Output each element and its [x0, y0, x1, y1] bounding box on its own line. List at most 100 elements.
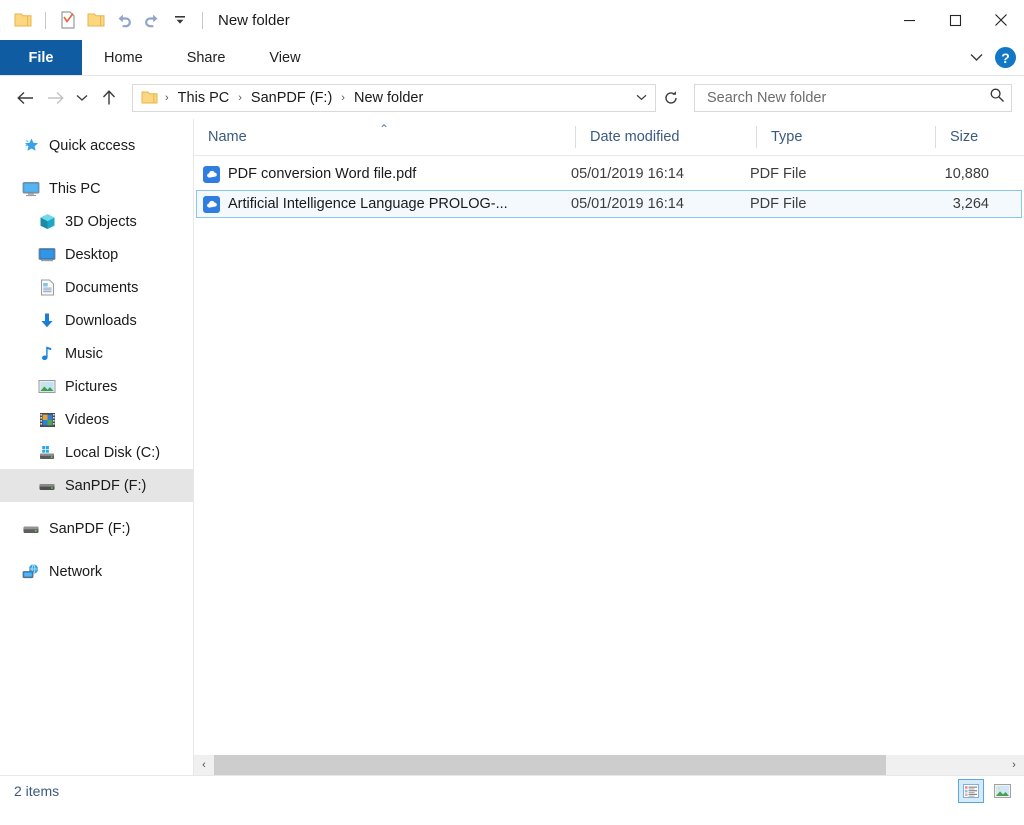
sidebar-item-pictures[interactable]: Pictures: [0, 370, 193, 403]
sidebar-item-music[interactable]: Music: [0, 337, 193, 370]
scrollbar-thumb[interactable]: [214, 755, 886, 775]
sidebar-item-local-disk-c[interactable]: Local Disk (C:): [0, 436, 193, 469]
music-note-icon: [38, 345, 56, 363]
scrollbar-track[interactable]: [214, 755, 1004, 775]
close-button[interactable]: [978, 0, 1024, 40]
file-name-label: Artificial Intelligence Language PROLOG-…: [228, 196, 508, 212]
sidebar-item-sanpdf-f[interactable]: SanPDF (F:): [0, 469, 193, 502]
sidebar-item-videos[interactable]: Videos: [0, 403, 193, 436]
window-controls: [886, 0, 1024, 40]
sidebar-item-sanpdf-f-root[interactable]: SanPDF (F:): [0, 512, 193, 545]
tab-share[interactable]: Share: [165, 40, 248, 75]
column-label: Size: [950, 129, 978, 145]
file-date-cell: 05/01/2019 16:14: [559, 196, 738, 212]
desktop-icon: [38, 246, 56, 264]
sidebar-gap: [0, 545, 193, 555]
details-view-button[interactable]: [958, 779, 984, 803]
large-icons-view-button[interactable]: [990, 780, 1014, 802]
file-type-cell: PDF File: [738, 166, 915, 182]
minimize-button[interactable]: [886, 0, 932, 40]
breadcrumb-item-new-folder[interactable]: New folder: [350, 90, 427, 106]
sidebar-gap: [0, 162, 193, 172]
toolbar-separator: [202, 12, 203, 29]
breadcrumb-dropdown-icon[interactable]: [631, 94, 651, 101]
breadcrumb-item-this-pc[interactable]: This PC: [174, 90, 234, 106]
sidebar-item-downloads[interactable]: Downloads: [0, 304, 193, 337]
folder-icon[interactable]: [83, 7, 109, 33]
undo-icon[interactable]: [111, 7, 137, 33]
refresh-button[interactable]: [658, 85, 684, 111]
download-arrow-icon: [38, 312, 56, 330]
maximize-button[interactable]: [932, 0, 978, 40]
sidebar-item-label: Downloads: [65, 313, 137, 329]
network-icon: [22, 563, 40, 581]
sidebar-item-label: 3D Objects: [65, 214, 137, 230]
window-title: New folder: [218, 12, 290, 29]
sidebar-item-this-pc[interactable]: This PC: [0, 172, 193, 205]
column-label: Type: [771, 129, 802, 145]
sidebar-item-documents[interactable]: Documents: [0, 271, 193, 304]
sidebar-item-label: SanPDF (F:): [65, 478, 146, 494]
sidebar-gap: [0, 502, 193, 512]
search-input[interactable]: [705, 89, 989, 107]
redo-icon[interactable]: [139, 7, 165, 33]
column-header-size[interactable]: Size: [936, 119, 1024, 155]
search-icon[interactable]: [989, 87, 1005, 108]
cube-icon: [38, 213, 56, 231]
sidebar-item-label: Videos: [65, 412, 109, 428]
folder-icon[interactable]: [10, 7, 36, 33]
horizontal-scrollbar[interactable]: ‹ ›: [194, 755, 1024, 775]
file-size-cell: 3,264: [915, 196, 989, 212]
table-row[interactable]: PDF conversion Word file.pdf 05/01/2019 …: [196, 160, 1022, 188]
sidebar-item-desktop[interactable]: Desktop: [0, 238, 193, 271]
file-rows: PDF conversion Word file.pdf 05/01/2019 …: [194, 156, 1024, 218]
item-count-label: 2 items: [14, 783, 59, 799]
explorer-body: Quick access This PC: [0, 119, 1024, 775]
column-header-date-modified[interactable]: Date modified: [576, 119, 757, 155]
forward-button[interactable]: [40, 83, 70, 113]
scroll-left-arrow-icon[interactable]: ‹: [194, 755, 214, 775]
sidebar-item-3d-objects[interactable]: 3D Objects: [0, 205, 193, 238]
tab-view[interactable]: View: [247, 40, 322, 75]
sidebar-item-label: Local Disk (C:): [65, 445, 160, 461]
sidebar-item-label: Desktop: [65, 247, 118, 263]
picture-icon: [38, 378, 56, 396]
breadcrumb-item-sanpdf[interactable]: SanPDF (F:): [247, 90, 336, 106]
back-button[interactable]: [10, 83, 40, 113]
breadcrumb-separator[interactable]: ›: [336, 92, 350, 104]
table-row[interactable]: Artificial Intelligence Language PROLOG-…: [196, 190, 1022, 218]
sidebar-item-label: Pictures: [65, 379, 117, 395]
view-mode-buttons: [958, 779, 1014, 803]
chevron-down-icon[interactable]: [167, 7, 193, 33]
help-button[interactable]: ?: [995, 47, 1016, 68]
file-date-cell: 05/01/2019 16:14: [559, 166, 738, 182]
tab-home[interactable]: Home: [82, 40, 165, 75]
file-name-label: PDF conversion Word file.pdf: [228, 166, 416, 182]
checked-document-icon[interactable]: [55, 7, 81, 33]
video-film-icon: [38, 411, 56, 429]
tab-file[interactable]: File: [0, 40, 82, 75]
file-name-cell[interactable]: Artificial Intelligence Language PROLOG-…: [197, 196, 559, 213]
pdf-cloud-icon: [203, 166, 220, 183]
sidebar-item-quick-access[interactable]: Quick access: [0, 129, 193, 162]
column-label: Date modified: [590, 129, 679, 145]
expand-ribbon-chevron-icon[interactable]: [970, 49, 983, 67]
ribbon-right-controls: ?: [970, 40, 1016, 75]
breadcrumb-separator: ›: [160, 92, 174, 104]
breadcrumb[interactable]: › This PC › SanPDF (F:) › New folder: [132, 84, 656, 112]
breadcrumb-separator[interactable]: ›: [233, 92, 247, 104]
file-name-cell[interactable]: PDF conversion Word file.pdf: [197, 166, 559, 183]
sidebar-item-label: Documents: [65, 280, 138, 296]
column-header-name[interactable]: Name ⌃: [194, 119, 576, 155]
scroll-right-arrow-icon[interactable]: ›: [1004, 755, 1024, 775]
recent-locations-chevron-icon[interactable]: [70, 83, 94, 113]
sidebar-item-network[interactable]: Network: [0, 555, 193, 588]
up-button[interactable]: [94, 83, 124, 113]
ribbon-tabs: File Home Share View ?: [0, 40, 1024, 76]
column-header-type[interactable]: Type: [757, 119, 936, 155]
file-list-pane: Name ⌃ Date modified Type Size: [193, 119, 1024, 775]
sidebar-item-label: Music: [65, 346, 103, 362]
sidebar-item-label: This PC: [49, 181, 101, 197]
file-size-cell: 10,880: [915, 166, 989, 182]
search-box[interactable]: [694, 84, 1012, 112]
